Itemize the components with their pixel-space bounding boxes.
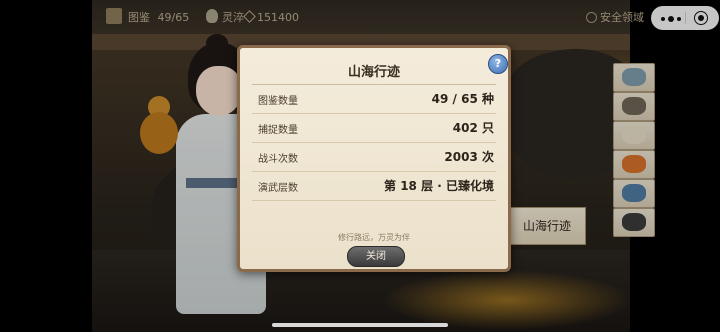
stat-value: 2003 次: [444, 150, 494, 164]
dialog-title: 山海行迹: [347, 65, 400, 80]
title-divider: [252, 84, 496, 85]
stat-label: 战斗次数: [258, 154, 298, 165]
game-screen: 图鉴 49/65 灵淬 151400 安全领域 山海行迹 山海行迹 ? 图鉴数量 …: [0, 0, 720, 332]
home-indicator[interactable]: [272, 323, 448, 327]
stat-value: 402 只: [452, 121, 494, 135]
stat-row-catalog: 图鉴数量 49 / 65 种: [252, 86, 496, 114]
stat-row-arena-floor: 演武层数 第 18 层 · 已臻化境: [252, 173, 496, 201]
stat-value: 49 / 65 种: [431, 92, 494, 106]
help-button[interactable]: ?: [488, 54, 508, 74]
close-button[interactable]: 关闭: [347, 246, 405, 267]
stat-label: 捕捉数量: [258, 125, 298, 136]
dialog-motto: 修行路远，万灵为伴: [338, 233, 410, 242]
stat-label: 演武层数: [258, 183, 298, 194]
stat-label: 图鉴数量: [258, 96, 298, 107]
stat-row-captured: 捕捉数量 402 只: [252, 115, 496, 143]
stat-value: 第 18 层 · 已臻化境: [384, 179, 494, 193]
journey-stats-dialog: 山海行迹 ? 图鉴数量 49 / 65 种 捕捉数量 402 只 战斗次数 20…: [237, 45, 511, 272]
stat-row-battles: 战斗次数 2003 次: [252, 144, 496, 172]
